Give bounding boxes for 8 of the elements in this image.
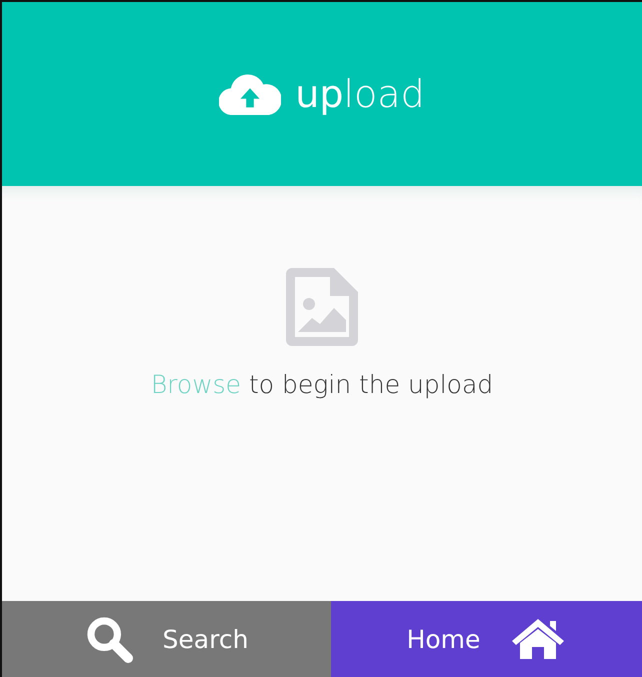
home-icon (510, 617, 566, 661)
home-button[interactable]: Home (331, 601, 642, 677)
search-button[interactable]: Search (2, 601, 331, 677)
upload-instruction: Browse to begin the upload (150, 370, 494, 399)
image-file-icon (284, 266, 360, 348)
cloud-upload-icon (219, 73, 282, 115)
search-icon (84, 615, 133, 663)
app-title: upload (295, 72, 425, 116)
